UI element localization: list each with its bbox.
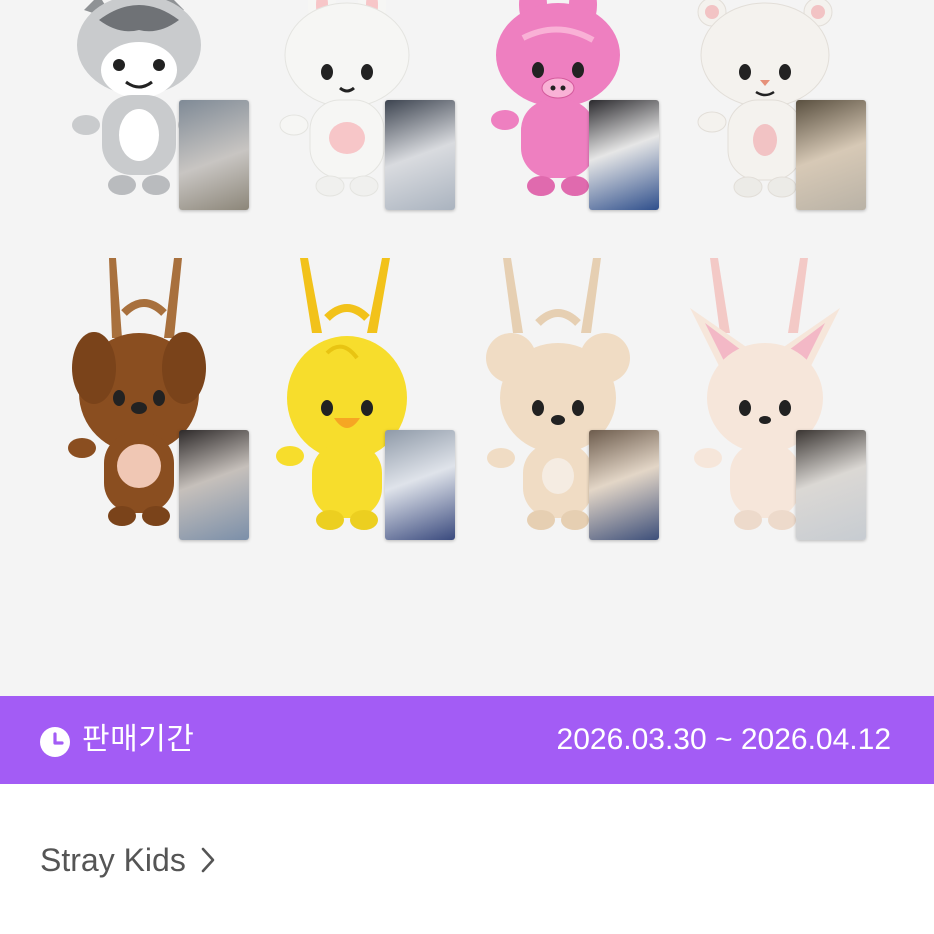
photocard <box>179 430 249 540</box>
plush-pig-rabbit <box>483 0 683 240</box>
sale-period-range: 2026.03.30 ~ 2026.04.12 <box>556 723 891 756</box>
photocard <box>589 100 659 210</box>
plush-puppy <box>64 258 264 540</box>
photocard <box>796 430 866 540</box>
artist-link[interactable]: Stray Kids <box>40 840 216 880</box>
product-image <box>0 0 934 696</box>
sale-period-label: 판매기간 <box>82 723 195 756</box>
plush-chick <box>272 258 472 540</box>
clock-icon <box>40 727 70 757</box>
photocard <box>796 100 866 210</box>
plush-wolf <box>64 0 264 240</box>
plush-cat <box>690 0 890 240</box>
artist-name: Stray Kids <box>40 842 186 878</box>
photocard <box>385 100 455 210</box>
chevron-right-icon <box>201 847 215 873</box>
photocard <box>589 430 659 540</box>
photocard <box>385 430 455 540</box>
plush-fox <box>690 258 890 540</box>
plush-bear <box>483 258 683 540</box>
plush-rabbit <box>272 0 472 240</box>
photocard <box>179 100 249 210</box>
